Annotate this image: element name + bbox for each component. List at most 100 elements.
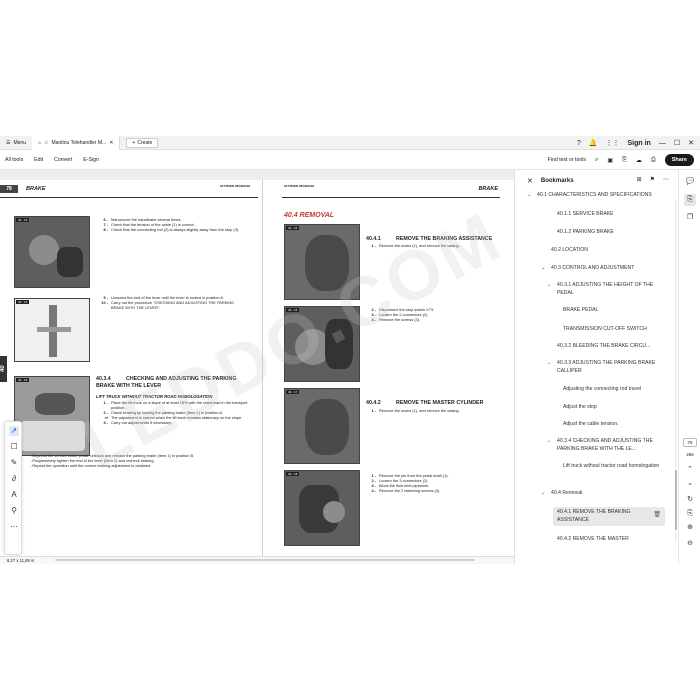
save-icon[interactable]: ⎘ (622, 157, 627, 164)
document-area[interactable]: 78 BRAKE 647780EN 06/08/2018 40 - 13 40 … (0, 170, 515, 564)
bookmarks-list: ⌄ 40.1 CHARACTERISTICS AND SPECIFICATIONS… (515, 192, 679, 564)
page-divider (262, 180, 263, 560)
minimize-icon[interactable]: — (659, 140, 666, 147)
right-page-header: 647780EN 06/08/2018 BRAKE (282, 184, 500, 198)
page-size-label: 8,27 x 11,69 in (7, 558, 35, 563)
stamp-icon[interactable]: ⚲ (9, 506, 19, 516)
bookmarks-title: Bookmarks (540, 178, 574, 184)
bookmark-item[interactable]: Adjust the stop (563, 404, 667, 412)
step-item: 3 - Carry out adjustments if necessary: (103, 419, 172, 425)
menu-button[interactable]: ☰ Menu (0, 136, 32, 150)
refresh-icon[interactable]: ↻ (684, 494, 696, 506)
signin-button[interactable]: Sign in (628, 140, 651, 147)
close-window-icon[interactable]: ✕ (688, 139, 694, 147)
tab-bar: ☰ Menu ⌂ ☆ Manitou Telehandler M... ✕ + … (0, 135, 700, 150)
step-item: 8 - Check that the connecting rod (2) is … (103, 226, 240, 232)
bookmark-item[interactable]: 40.4.2 REMOVE THE MASTER (557, 536, 667, 544)
bookmark-item[interactable]: 40.3.2 BLEEDING THE BRAKE CIRCU... (557, 343, 667, 351)
bookmark-item[interactable]: ⌄ 40.1 CHARACTERISTICS AND SPECIFICATIONS (527, 192, 667, 200)
tabbar-right: ? 🔔 ⋮⋮ Sign in — ☐ ✕ (577, 136, 694, 150)
comment-icon[interactable]: ☐ (9, 442, 19, 452)
maximize-icon[interactable]: ☐ (674, 139, 680, 147)
bookmark-item[interactable]: ⌄ 40.4 Removal (541, 490, 669, 498)
select-cursor-icon[interactable]: ➚ (9, 426, 19, 436)
bookmark-icon[interactable]: ⚑ (650, 176, 655, 183)
chapter-side-tab: 40 (0, 356, 7, 382)
step-item: 10 - Carry out the procedure "CHECKING AN… (101, 299, 235, 310)
share-button[interactable]: Share (664, 154, 694, 166)
photo-label: 40 - 13 (16, 218, 30, 222)
bookmarks-panel: ✕ Bookmarks ⊞ ⚑ ⋯ ⌄ 40.1 CHARACTERISTICS … (514, 170, 678, 564)
photo-label: 40 - 15 (16, 378, 30, 382)
bookmark-item[interactable]: Adjusting the connecting rod travel (563, 386, 667, 394)
bookmark-item-selected[interactable]: 40.4.1 REMOVE THE BRAKING ASSISTANCE 🗑 (553, 507, 665, 526)
text-box-icon[interactable]: A (9, 490, 19, 500)
bookmark-item[interactable]: 40.1.1 SERVICE BRAKE (557, 211, 667, 219)
highlight-pen-icon[interactable]: ✎ (9, 458, 19, 468)
scrollbar-thumb[interactable] (675, 470, 677, 530)
print-icon[interactable]: ⎙ (651, 157, 656, 164)
draw-loop-icon[interactable]: ∂ (9, 474, 19, 484)
bookmark-item[interactable]: ⌄ 40.3.4 CHECKING AND ADJUSTING THE PARKI… (547, 438, 669, 453)
create-label: Create (137, 139, 153, 146)
zoom-in-icon[interactable]: ⊕ (684, 522, 696, 534)
steps-group-c: 1 - Place the lift truck on a slope of at… (98, 400, 248, 426)
current-page-input[interactable]: 78 (683, 438, 697, 447)
create-button[interactable]: + Create (126, 137, 159, 148)
copy-icon[interactable]: ⎘ (684, 508, 696, 520)
bookmark-item[interactable]: BRAKE PEDAL (563, 307, 667, 315)
page-down-icon[interactable]: ⌄ (684, 478, 696, 490)
bookmark-item[interactable]: ⌄ 40.3.3 ADJUSTING THE PARKING BRAKE CALL… (547, 360, 669, 375)
bookmark-item[interactable]: ⌄ 40.3 CONTROL AND ADJUSTMENT (541, 265, 669, 273)
more-tools-icon[interactable]: ⋯ (9, 522, 19, 532)
quick-tools-strip: ➚ ☐ ✎ ∂ A ⚲ ⋯ (4, 421, 22, 555)
bookmark-item[interactable]: Lift truck without tractor road homologa… (563, 463, 667, 471)
page-up-icon[interactable]: ⌃ (684, 464, 696, 476)
bell-icon[interactable]: 🔔 (589, 139, 598, 147)
step-item: 1 - Remove the screw (1), and remove the … (371, 408, 460, 413)
photo-40-16b: 40 - 16 (284, 306, 360, 382)
find-text-button[interactable]: Find text or tools (548, 157, 586, 163)
bookmark-item[interactable]: TRANSMISSION CUT-OFF SWITCH (563, 326, 667, 334)
home-icon[interactable]: ⌂ (38, 140, 41, 146)
bookmark-item[interactable]: ⌄ 40.3.1 ADJUSTING THE HEIGHT OF THE PEDA… (547, 282, 669, 297)
apps-grid-icon[interactable]: ⋮⋮ (606, 139, 620, 147)
steps-group-r1: 1 - Remove the screw (1), and remove the … (366, 243, 506, 249)
bookmarks-panel-icon[interactable]: ⎘ (684, 194, 696, 206)
photo-label: 40 - 14 (16, 300, 30, 304)
menu-label: Menu (13, 139, 26, 146)
bookmarks-scrollbar[interactable] (675, 200, 677, 540)
help-icon[interactable]: ? (577, 140, 581, 147)
right-rail: 💬 ⎘ ❐ 78 266 ⌃ ⌄ ↻ ⎘ ⊕ ⊖ (678, 170, 700, 564)
tab-document[interactable]: ⌂ ☆ Manitou Telehandler M... ✕ (32, 135, 121, 150)
left-version: 647780EN 06/08/2018 (220, 184, 251, 188)
bookmark-item[interactable]: 40.1.2 PARKING BRAKE (557, 229, 667, 237)
photo-label: 40 - 17 (286, 390, 300, 394)
menu-convert[interactable]: Convert (54, 157, 72, 163)
star-icon[interactable]: ☆ (44, 140, 48, 146)
trash-icon[interactable]: 🗑 (653, 512, 661, 520)
horizontal-scrollbar[interactable] (55, 559, 475, 561)
bookmark-item[interactable]: 40.2 LOCATION (551, 247, 661, 255)
more-options-icon[interactable]: ⋯ (663, 176, 669, 183)
subheading-homologation: LIFT TRUCK WITHOUT TRACTOR ROAD HOMOLOGA… (96, 394, 213, 399)
close-panel-icon[interactable]: ✕ (527, 177, 533, 185)
gallery-icon[interactable]: ▣ (607, 157, 613, 164)
page-spread: 78 BRAKE 647780EN 06/08/2018 40 - 13 40 … (0, 180, 515, 560)
menu-all-tools[interactable]: All tools (5, 157, 23, 163)
right-section-title: BRAKE (478, 186, 498, 192)
plus-icon: + (132, 139, 136, 146)
photo-label: 40 - 16 (286, 308, 300, 312)
pages-icon[interactable]: ❐ (684, 212, 696, 224)
photo-40-13: 40 - 13 (14, 216, 90, 288)
menu-edit[interactable]: Edit (34, 157, 43, 163)
close-tab-icon[interactable]: ✕ (109, 140, 113, 146)
bookmark-item[interactable]: Adjust the cable tension. (563, 421, 667, 429)
comments-icon[interactable]: 💬 (684, 176, 696, 188)
step-item: 4 - Remove the 2 fastening screws (3). (371, 487, 441, 493)
search-icon[interactable]: ⌕ (595, 157, 598, 164)
add-bookmark-icon[interactable]: ⊞ (637, 176, 642, 183)
zoom-out-icon[interactable]: ⊖ (684, 538, 696, 550)
menu-esign[interactable]: E-Sign (83, 157, 99, 163)
upload-cloud-icon[interactable]: ☁ (636, 157, 642, 164)
